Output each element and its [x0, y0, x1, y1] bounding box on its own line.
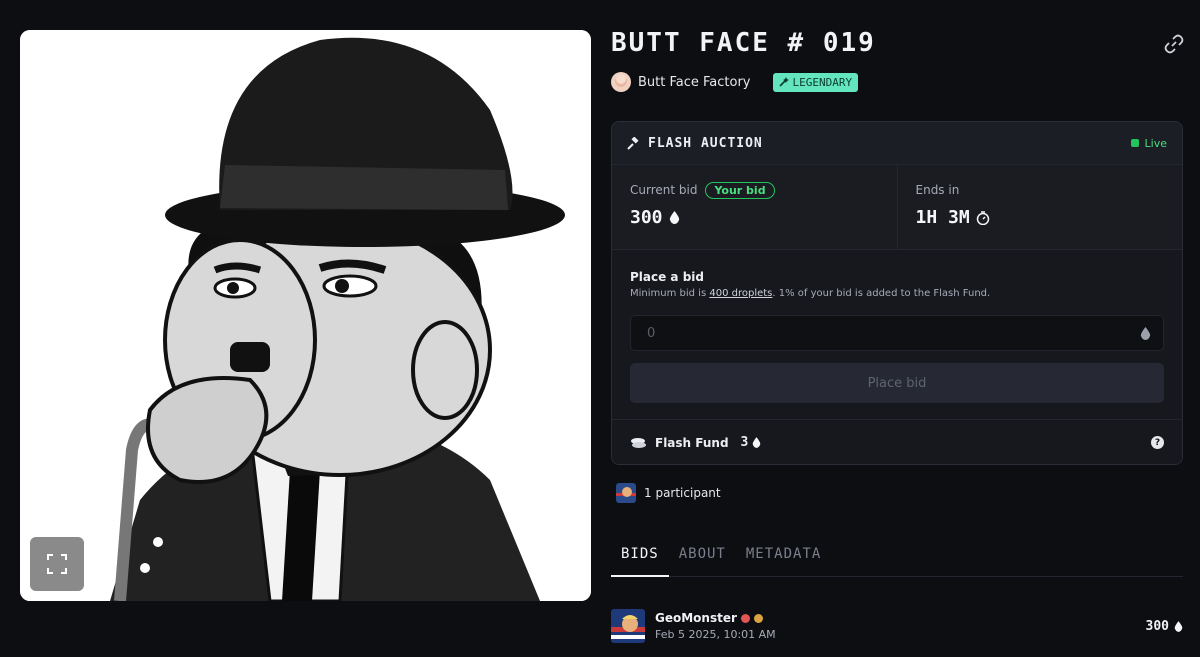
droplet-icon [753, 437, 761, 448]
nft-artwork[interactable] [20, 30, 591, 601]
verified-icon [740, 613, 750, 623]
droplet-icon [1140, 326, 1151, 340]
live-status: Live [1130, 137, 1167, 150]
flash-fund-row: Flash Fund 3 ? [612, 420, 1182, 464]
flash-fund-value: 3 [740, 435, 749, 450]
tab-bids[interactable]: BIDS [611, 540, 669, 577]
participants-count: 1 participant [644, 486, 721, 500]
help-icon[interactable]: ? [1151, 436, 1164, 449]
auction-header: FLASH AUCTION Live [612, 122, 1182, 165]
rank-badge-icon [753, 613, 763, 623]
bid-time: Feb 5 2025, 10:01 AM [655, 628, 776, 641]
artwork-image [20, 30, 591, 601]
participants-row[interactable]: 1 participant [616, 483, 721, 503]
coins-icon [631, 437, 646, 448]
auction-stats: Current bid Your bid 300 Ends in 1H 3M [612, 165, 1182, 250]
nft-title: BUTT FACE # 019 [611, 28, 876, 58]
flash-fund-label: Flash Fund [655, 435, 729, 450]
place-bid-button[interactable]: Place bid [630, 363, 1164, 403]
current-bid-stat: Current bid Your bid 300 [612, 165, 897, 249]
your-bid-badge: Your bid [705, 181, 775, 199]
auction-panel: FLASH AUCTION Live Current bid Your bid … [611, 121, 1183, 465]
place-bid-heading: Place a bid [630, 270, 705, 284]
expand-icon [47, 554, 67, 574]
stopwatch-icon [976, 210, 989, 225]
bid-input-wrapper [630, 315, 1164, 351]
bidder-avatar [611, 609, 645, 643]
participant-avatar [616, 483, 636, 503]
current-bid-label: Current bid [630, 183, 698, 197]
bid-amount-input[interactable] [647, 325, 1101, 341]
rarity-label: LEGENDARY [792, 75, 853, 89]
ends-in-label: Ends in [915, 183, 960, 197]
place-bid-section: Place a bid Minimum bid is 400 droplets.… [612, 250, 1182, 420]
bidder-name[interactable]: GeoMonster [655, 611, 737, 625]
bid-history-row[interactable]: GeoMonster Feb 5 2025, 10:01 AM 300 [611, 606, 1183, 646]
bid-note: Minimum bid is 400 droplets. 1% of your … [630, 288, 991, 299]
droplet-icon [1174, 620, 1183, 632]
tab-about[interactable]: ABOUT [669, 540, 736, 577]
rarity-badge: LEGENDARY [772, 72, 859, 92]
tab-metadata[interactable]: METADATA [736, 540, 831, 577]
creator-row[interactable]: Butt Face Factory LEGENDARY [611, 71, 859, 93]
ends-in-stat: Ends in 1H 3M [896, 165, 1183, 249]
fullscreen-button[interactable] [30, 537, 84, 591]
creator-name[interactable]: Butt Face Factory [638, 75, 751, 90]
auction-title: FLASH AUCTION [627, 136, 763, 151]
creator-avatar [611, 72, 631, 92]
gavel-icon [627, 136, 639, 150]
droplet-icon [669, 211, 679, 224]
bid-amount: 300 [1145, 618, 1169, 634]
sparkle-wand-icon [778, 77, 789, 87]
tab-bar: BIDS ABOUT METADATA [611, 540, 1183, 577]
min-bid-link[interactable]: 400 droplets [709, 288, 772, 299]
ends-in-value: 1H 3M [915, 207, 970, 228]
live-dot-icon [1130, 139, 1139, 147]
link-icon[interactable] [1164, 34, 1184, 54]
current-bid-value: 300 [630, 207, 663, 228]
